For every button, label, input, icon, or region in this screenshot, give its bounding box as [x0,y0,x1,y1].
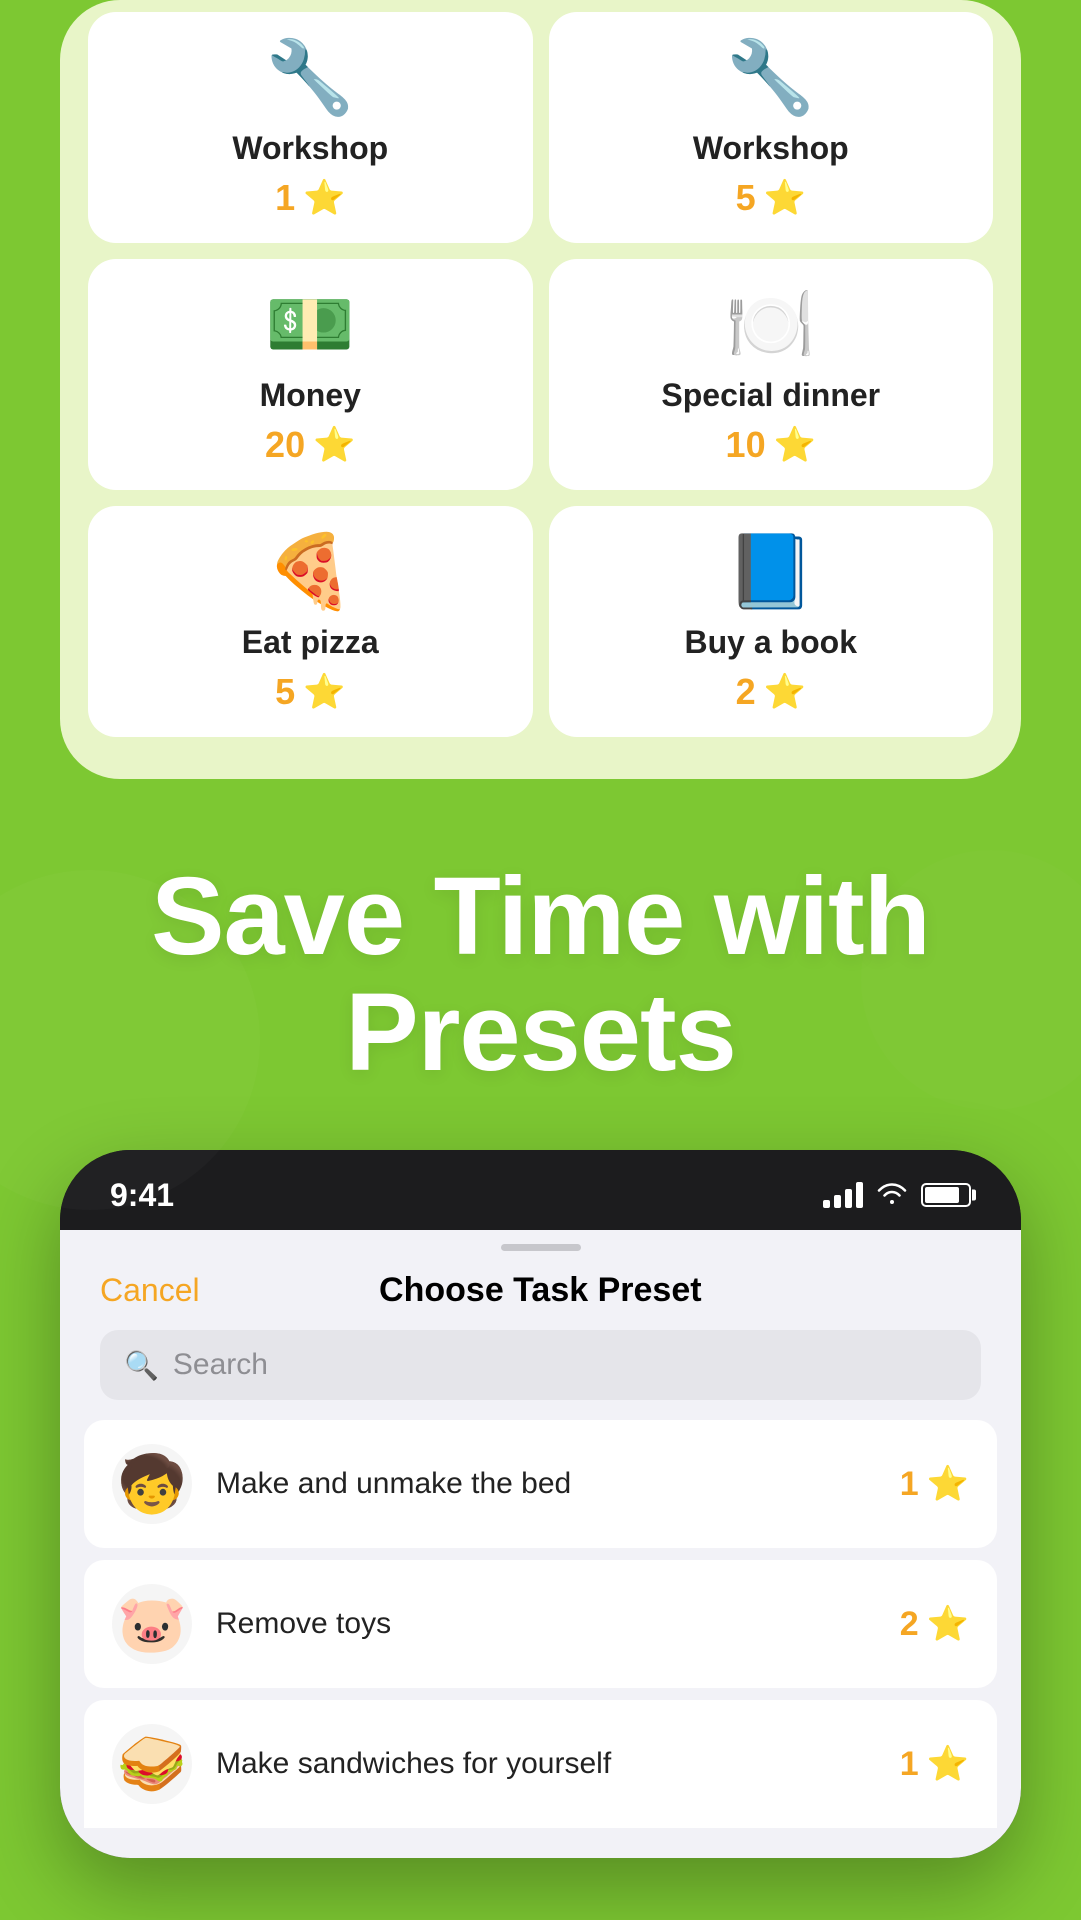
eat-pizza-stars: 5 ⭐ [275,671,345,713]
workshop1-icon: 🔧 [265,42,355,114]
task-list: 🧒 Make and unmake the bed 1 ⭐ 🐷 Remove t… [60,1420,1021,1858]
grid-item-buy-book[interactable]: 📘 Buy a book 2 ⭐ [549,506,994,737]
money-stars: 20 ⭐ [265,424,355,466]
workshop5-count: 5 [736,177,756,219]
cancel-button[interactable]: Cancel [100,1272,200,1309]
special-dinner-star-icon: ⭐ [774,425,816,465]
eat-pizza-label: Eat pizza [242,624,379,661]
buy-book-star-icon: ⭐ [764,672,806,712]
grid-item-money[interactable]: 💵 Money 20 ⭐ [88,259,533,490]
workshop5-label: Workshop [693,130,849,167]
task-toys-icon: 🐷 [112,1584,192,1664]
headline-section: Save Time with Presets [0,779,1081,1150]
workshop1-count: 1 [275,177,295,219]
task-bed-label: Make and unmake the bed [216,1467,876,1501]
task-toys-label: Remove toys [216,1607,876,1641]
top-rewards-card: 🔧 Workshop 1 ⭐ 🔧 Workshop 5 ⭐ 💵 Money 20… [60,0,1021,779]
money-label: Money [260,377,361,414]
special-dinner-stars: 10 ⭐ [726,424,816,466]
special-dinner-count: 10 [726,424,766,466]
signal-icon [823,1182,863,1208]
buy-book-count: 2 [736,671,756,713]
task-sandwiches-count: 1 [900,1745,919,1784]
phone-screen: Cancel Choose Task Preset 🔍 Search 🧒 Mak… [60,1230,1021,1858]
buy-book-label: Buy a book [685,624,857,661]
money-count: 20 [265,424,305,466]
money-star-icon: ⭐ [313,425,355,465]
workshop5-icon: 🔧 [726,42,816,114]
eat-pizza-icon: 🍕 [265,536,355,608]
task-item-sandwiches[interactable]: 🥪 Make sandwiches for yourself 1 ⭐ [84,1700,997,1828]
grid-item-eat-pizza[interactable]: 🍕 Eat pizza 5 ⭐ [88,506,533,737]
buy-book-stars: 2 ⭐ [736,671,806,713]
special-dinner-icon: 🍽️ [726,289,816,361]
grid-item-special-dinner[interactable]: 🍽️ Special dinner 10 ⭐ [549,259,994,490]
task-bed-star-icon: ⭐ [927,1464,969,1504]
grid-item-workshop5[interactable]: 🔧 Workshop 5 ⭐ [549,12,994,243]
task-sandwiches-label: Make sandwiches for yourself [216,1747,876,1781]
eat-pizza-star-icon: ⭐ [303,672,345,712]
phone-mockup: 9:41 [60,1150,1021,1858]
workshop1-label: Workshop [232,130,388,167]
money-icon: 💵 [265,289,355,361]
search-icon: 🔍 [124,1349,159,1382]
drag-handle [60,1230,1021,1261]
task-toys-star-icon: ⭐ [927,1604,969,1644]
task-item-toys[interactable]: 🐷 Remove toys 2 ⭐ [84,1560,997,1688]
task-item-bed[interactable]: 🧒 Make and unmake the bed 1 ⭐ [84,1420,997,1548]
task-toys-stars: 2 ⭐ [900,1604,969,1644]
task-bed-count: 1 [900,1465,919,1504]
status-icons [823,1179,971,1211]
workshop1-star-icon: ⭐ [303,178,345,218]
task-sandwiches-stars: 1 ⭐ [900,1744,969,1784]
buy-book-icon: 📘 [726,536,816,608]
task-sandwiches-star-icon: ⭐ [927,1744,969,1784]
task-bed-icon: 🧒 [112,1444,192,1524]
task-sandwiches-icon: 🥪 [112,1724,192,1804]
battery-icon [921,1183,971,1207]
rewards-grid: 🔧 Workshop 1 ⭐ 🔧 Workshop 5 ⭐ 💵 Money 20… [80,0,1001,749]
modal-title: Choose Task Preset [379,1271,702,1310]
eat-pizza-count: 5 [275,671,295,713]
wifi-icon [877,1179,907,1211]
task-bed-stars: 1 ⭐ [900,1464,969,1504]
workshop1-stars: 1 ⭐ [275,177,345,219]
grid-item-workshop1[interactable]: 🔧 Workshop 1 ⭐ [88,12,533,243]
workshop5-stars: 5 ⭐ [736,177,806,219]
search-bar[interactable]: 🔍 Search [100,1330,981,1400]
modal-header: Cancel Choose Task Preset [60,1261,1021,1330]
special-dinner-label: Special dinner [661,377,880,414]
workshop5-star-icon: ⭐ [764,178,806,218]
search-placeholder: Search [173,1348,268,1382]
task-toys-count: 2 [900,1605,919,1644]
